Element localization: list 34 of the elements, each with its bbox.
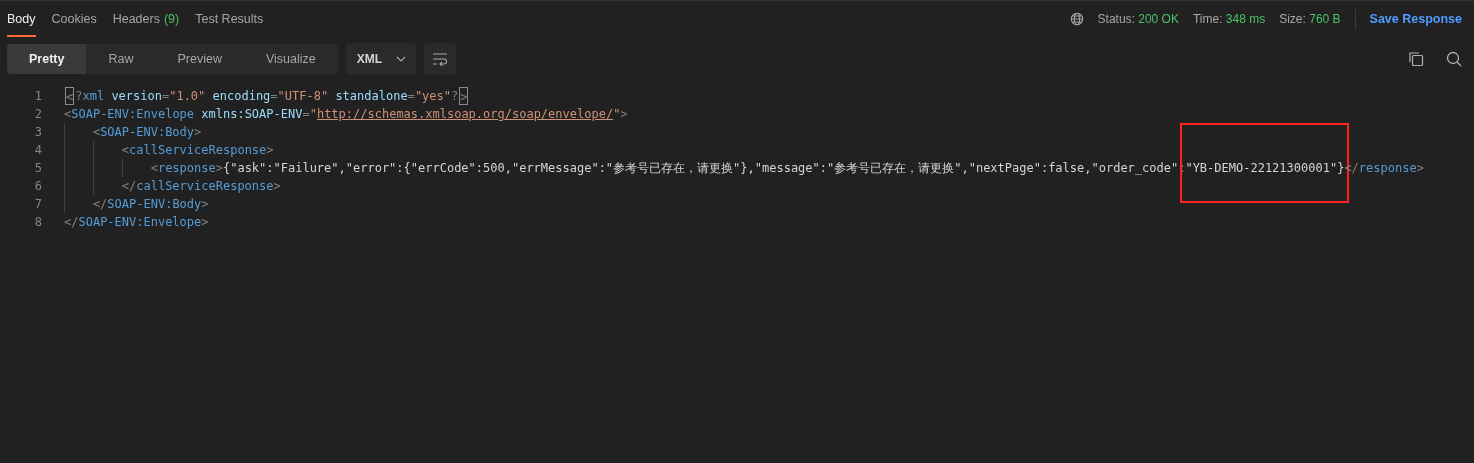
response-tab[interactable]: Test Results xyxy=(195,1,264,37)
view-mode-tab[interactable]: Raw xyxy=(86,44,156,74)
search-icon[interactable] xyxy=(1446,51,1462,67)
wrap-lines-button[interactable] xyxy=(423,43,456,75)
code-line: <SOAP-ENV:Envelope xmlns:SOAP-ENV="http://schemas.xmlsoap.org/soap/envelope/"> xyxy=(63,106,628,123)
code-line: < ?xml version="1.0" encoding="UTF-8" standalone="yes"? > xyxy=(64,87,470,105)
format-dropdown[interactable]: XML xyxy=(345,43,416,75)
code-line: <SOAP-ENV:Body> xyxy=(42,123,202,141)
line-number: 4 xyxy=(33,142,42,159)
view-mode-tab[interactable]: Preview xyxy=(155,44,244,74)
response-tab[interactable]: Headers (9) xyxy=(112,1,180,37)
view-mode-tab[interactable]: Visualize xyxy=(243,44,338,74)
response-tab[interactable]: Body xyxy=(7,1,36,37)
response-tab[interactable]: Cookies xyxy=(51,1,97,37)
code-line: </SOAP-ENV:Body> xyxy=(42,195,209,213)
status-text: Time: 348 ms xyxy=(1192,11,1266,28)
code-line: </callServiceResponse> xyxy=(42,177,281,195)
code-line: </SOAP-ENV:Envelope> xyxy=(63,214,209,231)
chevron-down-icon xyxy=(396,56,407,62)
line-number: 3 xyxy=(33,124,42,141)
globe-icon[interactable] xyxy=(1069,12,1084,26)
view-mode-tab[interactable]: Pretty xyxy=(7,44,87,74)
code-line: <callServiceResponse> xyxy=(42,141,274,159)
line-number: 8 xyxy=(33,214,42,231)
copy-icon[interactable] xyxy=(1408,51,1424,67)
wrap-lines-icon xyxy=(431,52,448,66)
status-text: Size: 760 B xyxy=(1279,11,1341,28)
line-number: 7 xyxy=(33,196,42,213)
line-number: 1 xyxy=(33,88,42,105)
status-text: Status: 200 OK xyxy=(1097,11,1179,28)
line-number: 5 xyxy=(33,160,42,177)
line-number: 6 xyxy=(33,178,42,195)
line-number: 2 xyxy=(33,106,42,123)
save-response-button[interactable]: Save Response xyxy=(1369,9,1462,29)
